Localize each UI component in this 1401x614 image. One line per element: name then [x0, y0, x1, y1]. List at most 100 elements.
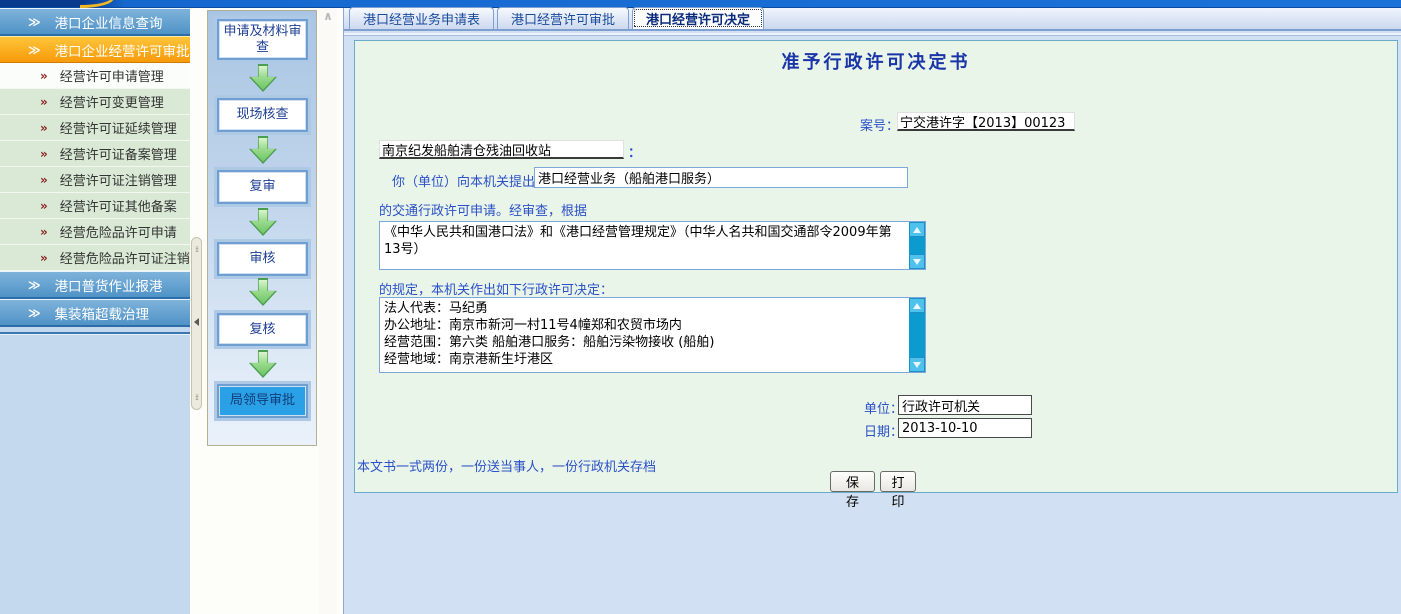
splitter-handle[interactable]: ⁞⁞ ⁞⁞	[191, 237, 202, 410]
main-content: 港口经营业务申请表 港口经营许可审批 港口经营许可决定 准予行政许可决定书 案号…	[343, 8, 1401, 614]
app-window: ≫ 港口企业信息查询 ≫ 港口企业经营许可审批 » 经营许可申请管理 » 经营许…	[0, 0, 1401, 614]
menu-label: 港口企业信息查询	[55, 12, 163, 32]
sidebar-item-license-apply-mgmt[interactable]: » 经营许可申请管理	[0, 63, 190, 89]
flow-step-audit[interactable]: 审核	[217, 242, 308, 276]
review-label: 的交通行政许可申请。经审查，根据	[379, 200, 587, 219]
flow-arrow-icon	[208, 208, 318, 236]
flow-step-bureau-leader-approval[interactable]: 局领导审批	[217, 384, 308, 418]
panel-splitter[interactable]: ⁞⁞ ⁞⁞	[190, 8, 203, 614]
menu-label: 经营许可变更管理	[60, 92, 164, 111]
menu-label: 经营许可申请管理	[60, 66, 164, 85]
scroll-up-icon[interactable]: ∧	[321, 9, 335, 23]
scroll-up-button[interactable]	[909, 298, 925, 313]
sidebar-item-port-enterprise-info-query[interactable]: ≫ 港口企业信息查询	[0, 8, 190, 36]
flow-step-label: 复核	[249, 322, 275, 338]
submit-label: 你（单位）向本机关提出的	[392, 171, 548, 190]
document-title: 准予行政许可决定书	[355, 48, 1397, 74]
flow-step-re-review[interactable]: 复审	[217, 170, 308, 204]
menu-label: 经营危险品许可申请	[60, 222, 177, 241]
menu-label: 经营许可证注销管理	[60, 170, 177, 189]
splitter-grip-icon: ⁞⁞	[195, 394, 198, 401]
textarea-scrollbar[interactable]	[909, 222, 925, 269]
business-type-input[interactable]	[534, 167, 908, 188]
collapse-left-icon[interactable]	[194, 318, 199, 326]
sidebar-item-license-record-mgmt[interactable]: » 经营许可证备案管理	[0, 141, 190, 167]
sidebar-item-license-renewal-mgmt[interactable]: » 经营许可证延续管理	[0, 115, 190, 141]
unit-input[interactable]	[898, 395, 1032, 415]
menu-arrow-icon: »	[40, 147, 48, 161]
applicant-colon: ：	[628, 142, 641, 161]
sidebar-empty-area	[0, 332, 190, 614]
tab-port-license-decision[interactable]: 港口经营许可决定	[632, 7, 764, 29]
sidebar-item-license-cancel-mgmt[interactable]: » 经营许可证注销管理	[0, 167, 190, 193]
flow-arrow-icon	[208, 278, 318, 306]
menu-label: 经营许可证其他备案	[60, 196, 177, 215]
flow-step-label: 局领导审批	[230, 393, 295, 409]
sidebar-menu: ≫ 港口企业信息查询 ≫ 港口企业经营许可审批 » 经营许可申请管理 » 经营许…	[0, 8, 190, 614]
sidebar-item-general-cargo-report[interactable]: ≫ 港口普货作业报港	[0, 271, 190, 299]
flow-arrow-icon	[208, 136, 318, 164]
flow-step-label: 现场核查	[236, 107, 288, 123]
scroll-up-button[interactable]	[909, 222, 925, 237]
legal-basis-textarea[interactable]: 《中华人民共和国港口法》和《港口经营管理规定》（中华人名共和国交通部令2009年…	[379, 221, 926, 270]
flow-step-recheck[interactable]: 复核	[217, 313, 308, 346]
sidebar-item-port-license-approval[interactable]: ≫ 港口企业经营许可审批	[0, 36, 190, 63]
menu-arrows-icon: ≫	[28, 43, 41, 57]
decision-label: 的规定，本机关作出如下行政许可决定：	[379, 279, 613, 298]
print-button[interactable]: 打印	[880, 471, 916, 492]
menu-arrow-icon: »	[40, 225, 48, 239]
scroll-down-button[interactable]	[909, 254, 925, 269]
copies-note: 本文书一式两份，一份送当事人，一份行政机关存档	[357, 456, 656, 475]
triangle-down-icon	[913, 362, 921, 368]
menu-label: 集装箱超载治理	[55, 303, 150, 323]
flow-step-label: 审核	[249, 251, 275, 267]
menu-arrow-icon: »	[40, 199, 48, 213]
menu-label: 经营许可证备案管理	[60, 144, 177, 163]
flow-step-material-review[interactable]: 申请及材料审查	[217, 19, 308, 60]
decision-document-panel: 准予行政许可决定书 案号： ： 你（单位）向本机关提出的 的交通行政许可申请。经…	[354, 40, 1398, 493]
flow-step-label: 复审	[249, 179, 275, 195]
menu-arrow-icon: »	[40, 121, 48, 135]
menu-arrows-icon: ≫	[28, 306, 41, 320]
flow-arrow-icon	[208, 64, 318, 92]
workflow-diagram: 申请及材料审查 现场核查 复审 审核 复	[207, 10, 317, 446]
flow-step-site-check[interactable]: 现场核查	[217, 98, 308, 132]
menu-label: 经营危险品许可证注销	[60, 248, 190, 267]
splitter-grip-icon: ⁞⁞	[195, 246, 198, 253]
applicant-name-input[interactable]	[379, 140, 624, 159]
flow-arrow-icon	[208, 350, 318, 378]
middle-scrollbar[interactable]: ∧	[319, 8, 337, 614]
case-number-input[interactable]	[897, 112, 1075, 131]
menu-arrow-icon: »	[40, 69, 48, 83]
menu-arrow-icon: »	[40, 173, 48, 187]
menu-arrows-icon: ≫	[28, 278, 41, 292]
scroll-down-button[interactable]	[909, 357, 925, 372]
sidebar-item-license-change-mgmt[interactable]: » 经营许可变更管理	[0, 89, 190, 115]
tab-strip: 港口经营业务申请表 港口经营许可审批 港口经营许可决定	[344, 8, 1401, 31]
triangle-up-icon	[913, 303, 921, 309]
menu-label: 港口企业经营许可审批	[55, 40, 190, 60]
sidebar-item-dangerous-goods-cancel[interactable]: » 经营危险品许可证注销	[0, 245, 190, 271]
decision-detail-textarea[interactable]: 法人代表：马纪勇 办公地址：南京市新河一村11号4幢郑和农贸市场内 经营范围：第…	[379, 297, 926, 373]
triangle-up-icon	[913, 227, 921, 233]
menu-arrow-icon: »	[40, 251, 48, 265]
workflow-column: 申请及材料审查 现场核查 复审 审核 复	[203, 8, 319, 614]
menu-label: 港口普货作业报港	[55, 275, 163, 295]
menu-arrows-icon: ≫	[28, 15, 41, 29]
menu-arrow-icon: »	[40, 95, 48, 109]
tab-port-license-approval[interactable]: 港口经营许可审批	[497, 7, 629, 29]
menu-label: 经营许可证延续管理	[60, 118, 177, 137]
legal-basis-text: 《中华人民共和国港口法》和《港口经营管理规定》（中华人名共和国交通部令2009年…	[380, 222, 909, 269]
triangle-down-icon	[913, 259, 921, 265]
decision-detail-text: 法人代表：马纪勇 办公地址：南京市新河一村11号4幢郑和农贸市场内 经营范围：第…	[380, 298, 909, 372]
date-input[interactable]	[898, 418, 1032, 438]
tab-port-business-application-form[interactable]: 港口经营业务申请表	[349, 7, 494, 29]
sidebar-item-license-other-record[interactable]: » 经营许可证其他备案	[0, 193, 190, 219]
tabstrip-underline	[344, 33, 1401, 36]
sidebar-item-container-overload[interactable]: ≫ 集装箱超载治理	[0, 299, 190, 327]
save-button[interactable]: 保 存	[830, 471, 875, 492]
banner-swoosh-icon	[80, 0, 114, 8]
sidebar-item-dangerous-goods-apply[interactable]: » 经营危险品许可申请	[0, 219, 190, 245]
flow-step-label: 申请及材料审查	[219, 24, 306, 56]
textarea-scrollbar[interactable]	[909, 298, 925, 372]
